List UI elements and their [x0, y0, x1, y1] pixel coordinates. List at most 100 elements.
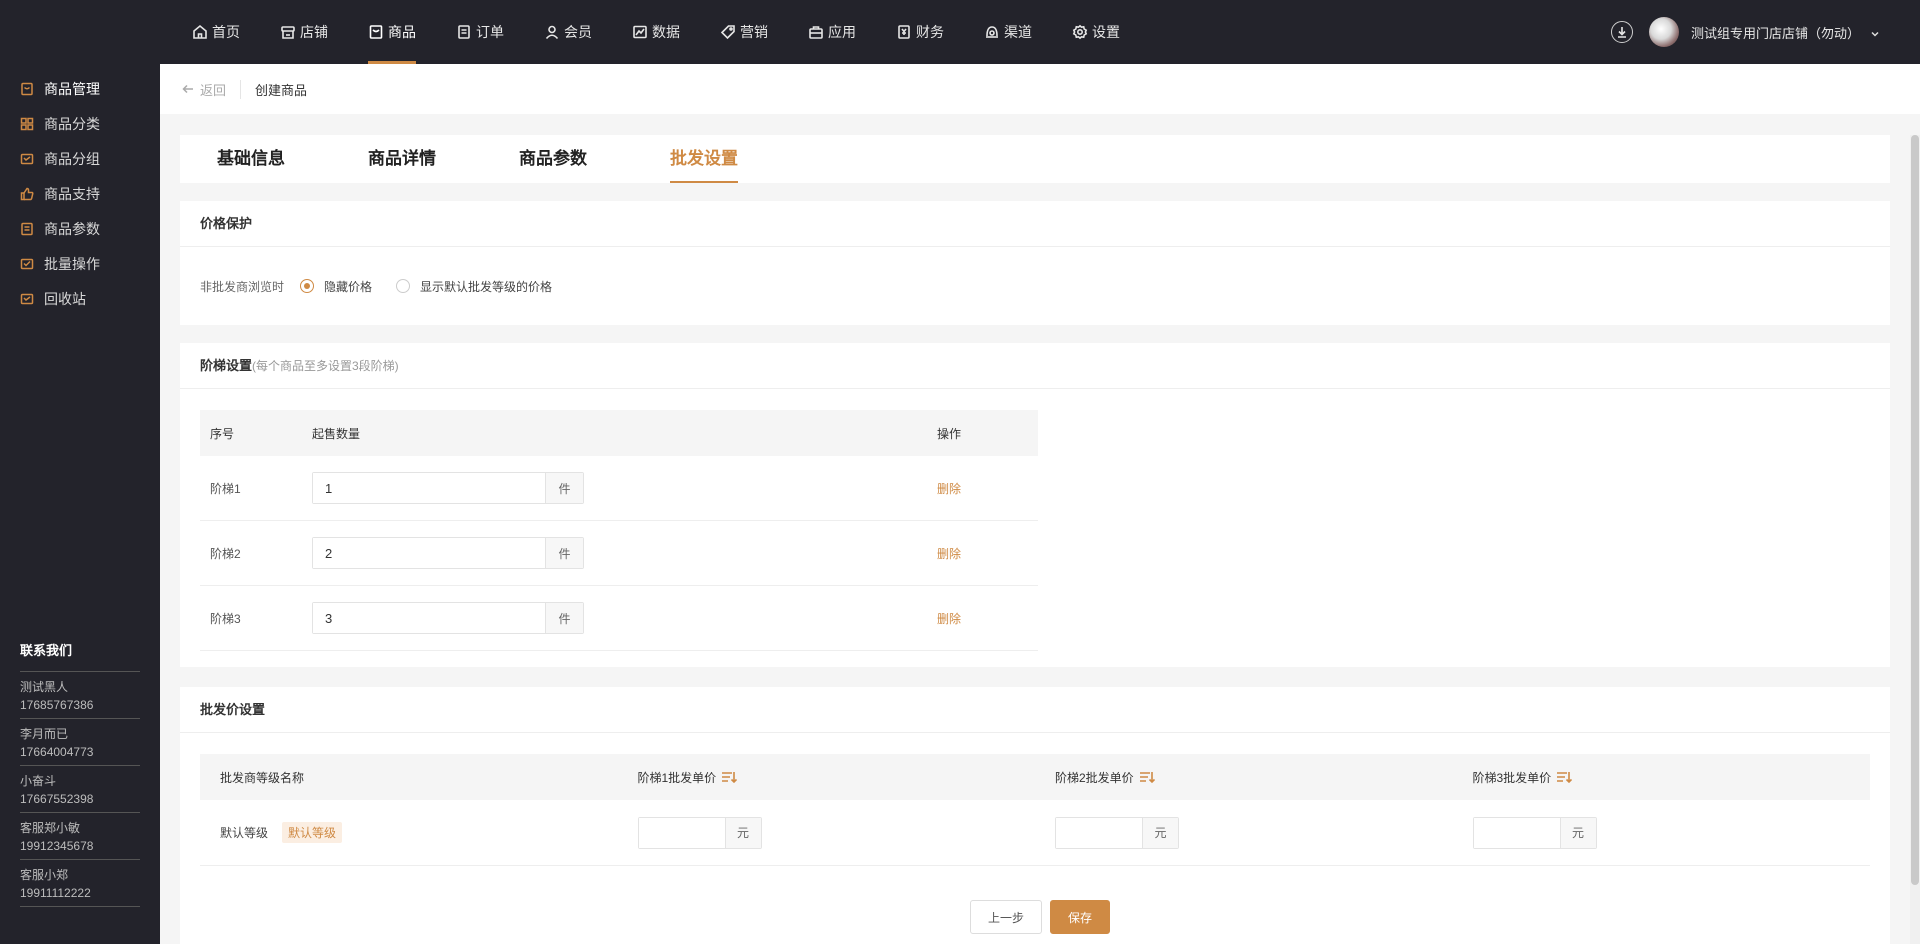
nav-marketing[interactable]: 营销: [708, 0, 780, 64]
tab-goods-detail[interactable]: 商品详情: [368, 135, 436, 183]
qty-input-group: 件: [312, 537, 584, 569]
radio-hide-price[interactable]: 隐藏价格: [300, 278, 372, 295]
nav-order[interactable]: 订单: [444, 0, 516, 64]
nav-label: 财务: [916, 24, 944, 40]
tier-table: 序号 起售数量 操作 阶梯1 件 删除 阶梯2: [200, 410, 1038, 651]
back-button[interactable]: 返回: [182, 79, 242, 99]
top-bar: 首页 店铺 商品 订单 会员 数据 营销 应用 财务 渠道 设置 测试组专用门店…: [0, 0, 1920, 64]
nav-member[interactable]: 会员: [532, 0, 604, 64]
nav-label: 店铺: [300, 24, 328, 40]
tier3-price-input[interactable]: [1473, 817, 1560, 848]
nav-store[interactable]: 店铺: [268, 0, 340, 64]
price-cell: 元: [618, 816, 1036, 849]
nav-goods[interactable]: 商品: [356, 0, 428, 64]
nav-label: 设置: [1092, 24, 1120, 40]
gear-icon: [1072, 24, 1088, 40]
delete-button[interactable]: 删除: [937, 547, 961, 561]
scrollbar-thumb[interactable]: [1911, 135, 1919, 885]
nav-channel[interactable]: 渠道: [972, 0, 1044, 64]
contact-name: 小奋斗: [20, 774, 57, 788]
level-name: 默认等级: [220, 826, 269, 840]
tier-settings-card: 阶梯设置(每个商品至多设置3段阶梯) 序号 起售数量 操作 阶梯1 件 删除 阶…: [180, 343, 1890, 667]
main-content: 返回 创建商品 基础信息 商品详情 商品参数 批发设置 价格保护 非批发商浏览时…: [160, 64, 1920, 944]
tab-goods-param[interactable]: 商品参数: [519, 135, 587, 183]
sidebar-item-support[interactable]: 商品支持: [0, 176, 160, 211]
qty-input-group: 件: [312, 602, 584, 634]
nav-home[interactable]: 首页: [180, 0, 252, 64]
tab-basic-info[interactable]: 基础信息: [217, 135, 285, 183]
chevron-down-icon[interactable]: [1870, 27, 1880, 37]
nav-data[interactable]: 数据: [620, 0, 692, 64]
table-row: 阶梯2 件 删除: [200, 521, 1038, 586]
nav-label: 订单: [476, 24, 504, 40]
sidebar-item-batch[interactable]: 批量操作: [0, 246, 160, 281]
nav-label: 营销: [740, 24, 768, 40]
table-row: 阶梯1 件 删除: [200, 456, 1038, 521]
download-icon[interactable]: [1610, 21, 1633, 43]
sidebar-item-group[interactable]: 商品分组: [0, 141, 160, 176]
contact-phone: 17685767386: [20, 698, 94, 712]
contact-phone: 17664004773: [20, 745, 94, 759]
unit-suffix: 元: [724, 817, 761, 848]
price-input-group: 元: [1055, 816, 1179, 849]
col-header-tier1-price: 阶梯1批发单价: [618, 769, 1036, 786]
qty-input[interactable]: [313, 603, 545, 633]
tab-wholesale-settings[interactable]: 批发设置: [670, 135, 738, 183]
prev-step-button[interactable]: 上一步: [969, 900, 1042, 934]
qty-input[interactable]: [313, 473, 545, 503]
table-row: 阶梯3 件 删除: [200, 586, 1038, 651]
tier2-price-input[interactable]: [1056, 817, 1142, 848]
radio-dot: [396, 279, 411, 293]
qty-input[interactable]: [313, 538, 545, 568]
section-subtitle: (每个商品至多设置3段阶梯): [252, 359, 399, 373]
store-name[interactable]: 测试组专用门店店铺（勿动）: [1691, 23, 1860, 42]
section-title-text: 阶梯设置: [200, 358, 253, 373]
price-cell: 元: [1035, 816, 1453, 849]
contact-name: 李月而已: [20, 727, 69, 741]
chart-icon: [632, 24, 648, 40]
tier-name: 阶梯3: [210, 611, 241, 626]
delete-button[interactable]: 删除: [937, 482, 961, 496]
avatar[interactable]: [1648, 17, 1679, 47]
nav-settings[interactable]: 设置: [1060, 0, 1132, 64]
delete-button[interactable]: 删除: [937, 612, 961, 626]
sidebar-item-goods-manage[interactable]: 商品管理: [0, 71, 160, 106]
sidebar-item-recycle[interactable]: 回收站: [0, 281, 160, 316]
contact-phone: 19912345678: [20, 839, 94, 853]
contact-phone: 17667552398: [20, 792, 94, 806]
price-protection-card: 价格保护 非批发商浏览时 隐藏价格 显示默认批发等级的价格: [180, 201, 1890, 325]
batch-fill-icon[interactable]: [1556, 771, 1573, 783]
sidebar-item-category[interactable]: 商品分类: [0, 106, 160, 141]
nav-app[interactable]: 应用: [796, 0, 868, 64]
qty-input-group: 件: [312, 472, 584, 504]
radio-group-label: 非批发商浏览时: [200, 279, 285, 294]
section-title: 价格保护: [180, 201, 1890, 247]
price-protection-options: 非批发商浏览时 隐藏价格 显示默认批发等级的价格: [180, 247, 1890, 325]
batch-fill-icon[interactable]: [721, 771, 738, 783]
nav-finance[interactable]: 财务: [884, 0, 956, 64]
tier1-price-input[interactable]: [638, 817, 725, 848]
sidebar-item-param[interactable]: 商品参数: [0, 211, 160, 246]
unit-suffix: 件: [545, 538, 583, 568]
contact-title: 联系我们: [20, 640, 140, 672]
batch-fill-icon[interactable]: [1139, 771, 1155, 783]
save-button[interactable]: 保存: [1050, 900, 1111, 934]
table-row: 默认等级 默认等级 元 元 元: [200, 800, 1870, 866]
col-header-level: 批发商等级名称: [200, 769, 618, 786]
col-header-index: 序号: [210, 426, 235, 441]
group-icon: [20, 152, 34, 166]
col-header-label: 阶梯3批发单价: [1472, 770, 1552, 785]
level-cell: 默认等级 默认等级: [200, 822, 618, 843]
logo[interactable]: [22, 6, 112, 28]
price-input-group: 元: [1472, 816, 1597, 849]
table-header: 批发商等级名称 阶梯1批发单价 阶梯2批发单价 阶梯3批发单价: [200, 754, 1870, 800]
batch-icon: [20, 257, 34, 271]
goods-icon: [368, 24, 384, 40]
radio-show-default-price[interactable]: 显示默认批发等级的价格: [396, 278, 552, 295]
contact-item: 李月而已 17664004773: [20, 719, 140, 766]
sidebar-item-label: 商品参数: [44, 220, 100, 237]
contact-phone: 19911112222: [20, 886, 91, 900]
col-header-label: 阶梯1批发单价: [637, 770, 717, 785]
sidebar-item-label: 商品分类: [44, 115, 100, 132]
store-icon: [280, 24, 296, 40]
